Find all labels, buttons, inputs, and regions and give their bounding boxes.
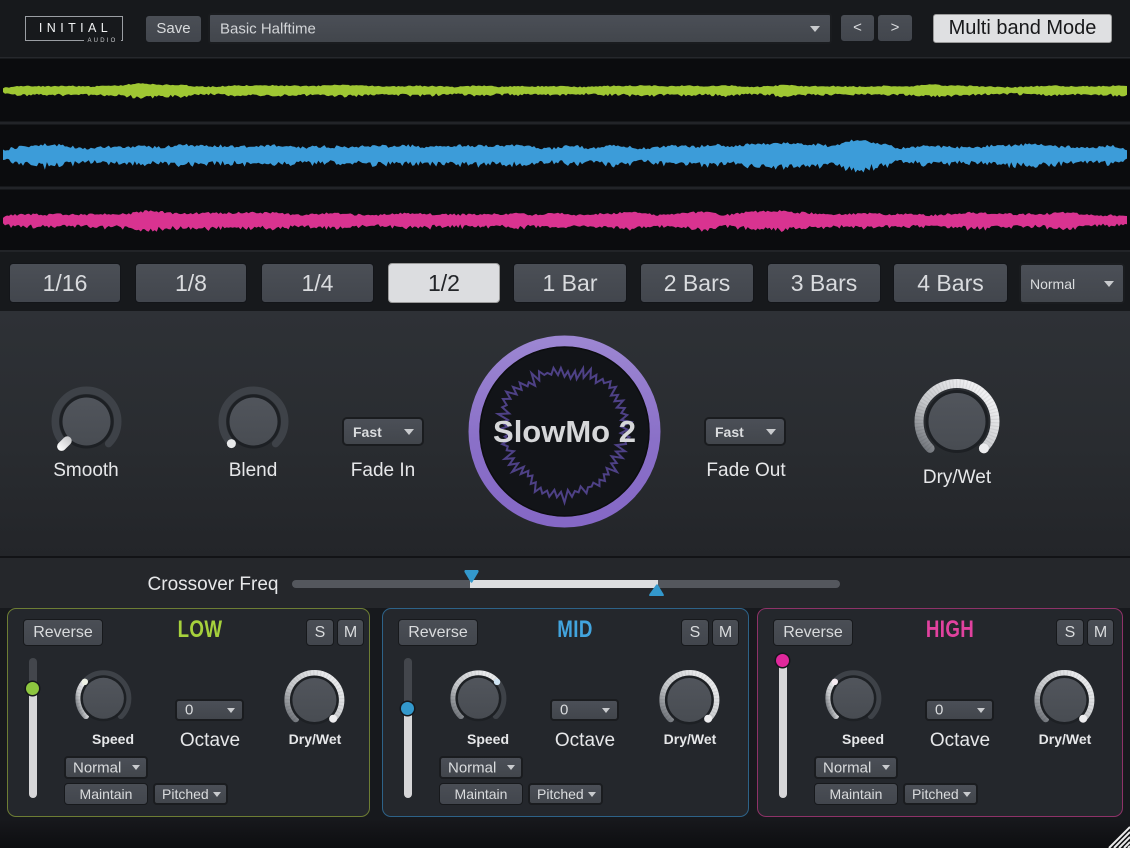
svg-text:SlowMo 2: SlowMo 2 (493, 414, 636, 449)
